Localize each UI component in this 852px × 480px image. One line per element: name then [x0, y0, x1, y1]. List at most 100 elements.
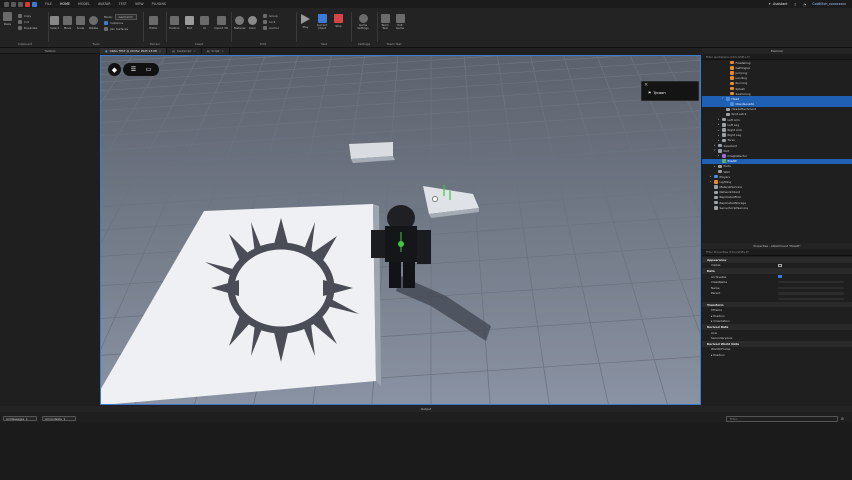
terrain-editor-button[interactable]: Editor: [149, 16, 158, 30]
explorer-item[interactable]: ServerScriptService: [702, 205, 852, 210]
property-label: CFrame: [711, 308, 723, 313]
team-test-button[interactable]: Team Test: [379, 14, 391, 30]
toolbox-button[interactable]: Toolbox: [169, 16, 180, 30]
menu-test[interactable]: TEST: [115, 2, 131, 6]
close-tab-icon[interactable]: ×: [222, 49, 224, 53]
properties-filter-input[interactable]: Filter Properties (Ctrl+Shift+P): [702, 249, 852, 256]
exit-game-icon: [395, 14, 405, 23]
menu-model[interactable]: MODEL: [74, 2, 94, 6]
part-button[interactable]: Part: [185, 16, 194, 30]
property-value-field[interactable]: [778, 286, 844, 290]
duplicate-button[interactable]: Duplicate: [18, 26, 37, 30]
game-settings-button[interactable]: Game Settings: [355, 14, 371, 30]
instance-icon: [722, 133, 726, 137]
cut-button[interactable]: Cut: [18, 20, 29, 24]
share-icon[interactable]: ⇪: [794, 2, 797, 7]
collisions-toggle[interactable]: Collisions: [104, 21, 123, 25]
output-log: [0, 422, 852, 480]
hamburger-icon[interactable]: ☰: [131, 66, 136, 73]
stop-button[interactable]: Stop: [334, 14, 343, 28]
instance-icon: [730, 81, 734, 86]
paste-icon: [3, 12, 12, 21]
copy-button[interactable]: Copy: [18, 14, 31, 18]
move-tool-button[interactable]: Move: [63, 16, 72, 30]
lock-button[interactable]: Lock: [263, 20, 275, 24]
contexts-dropdown-label: All Contexts: [45, 416, 62, 421]
notifications-icon[interactable]: ◔: [803, 2, 807, 7]
select-cursor-icon: [50, 16, 59, 25]
instance-icon: [714, 174, 718, 179]
assistant-button[interactable]: ✦ Assistant: [768, 2, 787, 6]
tab-label: DRAG TEST @ 29 Mar 2025 13:08: [109, 49, 157, 53]
property-value-field[interactable]: [778, 292, 844, 295]
clear-output-icon[interactable]: ⊘: [841, 416, 844, 421]
close-tab-icon[interactable]: ×: [193, 49, 195, 53]
move-label: Move: [63, 26, 72, 30]
property-value-field[interactable]: [778, 297, 844, 301]
transform-mode-dropdown[interactable]: Mode: Geometric: [104, 14, 138, 20]
close-tab-icon[interactable]: ×: [159, 49, 161, 53]
menu-avatar[interactable]: AVATAR: [94, 2, 115, 6]
current-client-label: Current Client: [316, 23, 328, 30]
menu-home[interactable]: HOME: [56, 2, 74, 6]
messages-dropdown[interactable]: All Messages ▾: [3, 416, 37, 421]
menu-view[interactable]: VIEW: [131, 2, 148, 6]
paste-button[interactable]: Paste: [3, 12, 12, 26]
document-tab-bar: ▣ DRAG TEST @ 29 Mar 2025 13:08 × ▤ CoreScr…: [100, 48, 702, 54]
property-label: Parent: [711, 291, 721, 296]
roblox-menu-icon[interactable]: ◆: [108, 63, 121, 76]
color-label: Color: [248, 26, 257, 30]
explorer-item-label: NetworkClient: [719, 190, 740, 195]
play-label: Play: [302, 25, 309, 29]
property-value-field[interactable]: [778, 280, 844, 284]
rotate-tool-button[interactable]: Rotate: [89, 16, 98, 30]
contexts-dropdown[interactable]: All Contexts ▾: [42, 416, 76, 421]
color-button[interactable]: Color: [248, 16, 257, 30]
publish-icon[interactable]: [32, 1, 37, 7]
tab-place[interactable]: ▣ DRAG TEST @ 29 Mar 2025 13:08 ×: [100, 48, 168, 54]
menu-file[interactable]: FILE: [41, 2, 56, 6]
current-client-button[interactable]: Current Client: [315, 14, 329, 30]
user-name[interactable]: CoolKitch_xxxxxxxxx: [812, 2, 846, 6]
studio-logo-icon[interactable]: [4, 1, 9, 7]
join-surfaces-toggle[interactable]: Join Surfaces: [104, 27, 128, 31]
instance-icon: [714, 195, 718, 200]
tools-group: Select Move Scale Rotate Mode: Geometric …: [50, 10, 142, 46]
save-icon[interactable]: [11, 1, 16, 7]
tab-script[interactable]: ▤ Script ×: [201, 48, 230, 54]
property-label: ClassName: [711, 280, 728, 285]
tab-corescript[interactable]: ▤ CoreScript ×: [167, 48, 202, 54]
import-3d-button[interactable]: Import 3D: [214, 16, 228, 30]
undo-icon[interactable]: [18, 1, 23, 7]
3d-viewport[interactable]: ◆ ☰ ▭ × ⚑ Tycoon: [100, 55, 701, 405]
checkbox[interactable]: [778, 263, 782, 268]
chat-icon[interactable]: ▭: [146, 66, 152, 73]
scale-tool-button[interactable]: Scale: [76, 16, 85, 30]
group-button[interactable]: Group: [263, 14, 278, 18]
play-icon: [301, 14, 310, 24]
explorer-item-label: ClientLookAt: [735, 102, 754, 107]
lock-label: Lock: [269, 20, 276, 24]
select-tool-button[interactable]: Select: [50, 16, 59, 30]
tycoon-button[interactable]: ⚑ Tycoon: [648, 91, 666, 95]
anchor-button[interactable]: Anchor: [263, 26, 279, 30]
redo-icon[interactable]: [25, 1, 30, 7]
menu-plugins[interactable]: PLUGINS: [148, 2, 170, 6]
terrain-editor-label: Editor: [149, 26, 158, 30]
properties-grid: Appearance Visible Data Archivable ClassName…: [702, 257, 852, 406]
exit-game-button[interactable]: Exit Game: [394, 14, 406, 30]
ui-icon: [200, 16, 209, 25]
property-row[interactable]: ▸ Position: [702, 352, 852, 358]
drag-handle[interactable]: [432, 196, 438, 202]
place-icon: ▣: [105, 49, 108, 53]
rotate-icon: [89, 16, 99, 25]
close-icon[interactable]: ×: [644, 82, 648, 88]
tools-group-label: Tools: [92, 42, 100, 46]
mode-value: Geometric: [114, 14, 138, 20]
material-button[interactable]: Material: [234, 16, 245, 30]
ui-button[interactable]: UI: [200, 16, 209, 30]
ribbon-divider: [166, 12, 167, 42]
checkbox-checked[interactable]: [778, 274, 782, 279]
property-label: ▸ Position: [711, 313, 725, 318]
play-button[interactable]: Play: [301, 14, 310, 29]
